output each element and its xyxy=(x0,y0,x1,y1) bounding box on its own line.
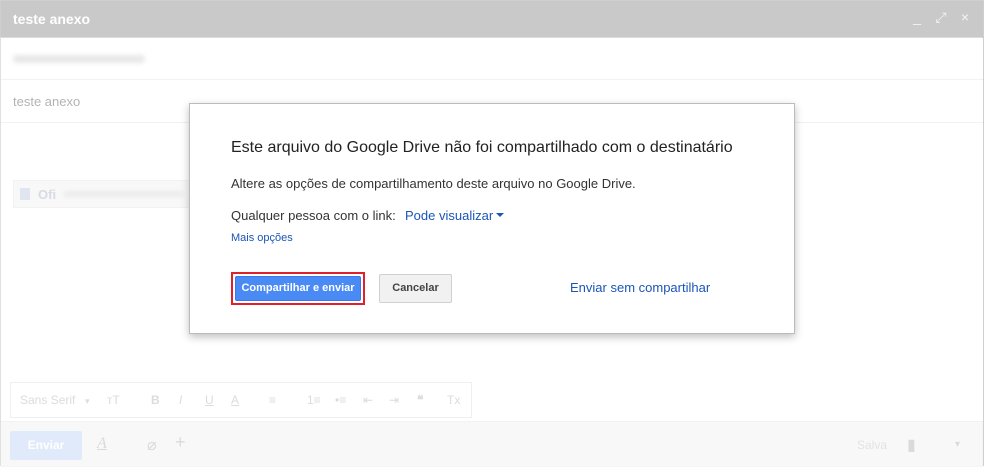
compose-title: teste anexo xyxy=(13,11,91,27)
permission-dropdown[interactable]: Pode visualizar xyxy=(405,208,493,223)
highlight-frame: Compartilhar e enviar xyxy=(231,272,365,305)
more-options-link[interactable]: Mais opções xyxy=(231,232,293,244)
link-access-label: Qualquer pessoa com o link: xyxy=(231,208,396,223)
dialog-body: Altere as opções de compartilhamento des… xyxy=(231,176,636,191)
compose-titlebar[interactable]: teste anexo _ ⤢ × xyxy=(1,1,983,38)
close-icon[interactable]: × xyxy=(957,9,973,27)
popout-icon[interactable]: ⤢ xyxy=(933,9,949,27)
minimize-icon[interactable]: _ xyxy=(909,9,925,27)
share-warning-dialog: Este arquivo do Google Drive não foi com… xyxy=(189,103,795,334)
chevron-down-icon[interactable] xyxy=(496,213,504,217)
share-and-send-button[interactable]: Compartilhar e enviar xyxy=(235,276,361,301)
cancel-button[interactable]: Cancelar xyxy=(379,274,452,303)
send-without-sharing-button[interactable]: Enviar sem compartilhar xyxy=(570,280,710,295)
dialog-heading: Este arquivo do Google Drive não foi com… xyxy=(231,139,733,156)
